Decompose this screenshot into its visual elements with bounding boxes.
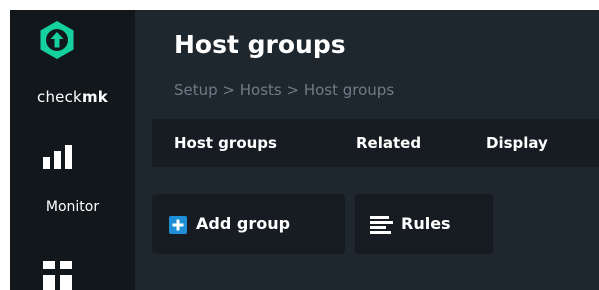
rules-list-icon xyxy=(370,216,393,234)
menu-display[interactable]: Display xyxy=(486,119,548,167)
sidebar-item-setup[interactable] xyxy=(10,260,135,290)
brand-prefix: check xyxy=(37,88,82,106)
menu-host-groups[interactable]: Host groups xyxy=(174,119,277,167)
bar-chart-icon xyxy=(43,145,72,169)
checkmk-logo-icon[interactable] xyxy=(39,20,75,60)
breadcrumb[interactable]: Setup > Hosts > Host groups xyxy=(174,81,394,99)
sidebar-item-label: Monitor xyxy=(45,199,100,215)
brand-suffix: mk xyxy=(81,88,108,106)
app-window: checkmk Monitor Host groups Setup > Host… xyxy=(10,10,599,290)
rules-button[interactable]: Rules xyxy=(355,194,493,254)
page-menu-bar: Host groups Related Display xyxy=(152,119,599,167)
checkmk-brand[interactable]: checkmk xyxy=(10,88,135,106)
page-title: Host groups xyxy=(174,30,346,59)
rules-label: Rules xyxy=(401,214,451,233)
add-group-label: Add group xyxy=(196,214,291,233)
plus-icon xyxy=(169,216,187,234)
menu-related[interactable]: Related xyxy=(356,119,421,167)
sidebar-item-monitor[interactable]: Monitor xyxy=(10,145,135,225)
add-group-button[interactable]: Add group xyxy=(152,194,345,254)
main-content: Host groups Setup > Hosts > Host groups … xyxy=(135,10,599,290)
sidebar: checkmk Monitor xyxy=(10,10,135,290)
grid-icon xyxy=(43,261,72,290)
